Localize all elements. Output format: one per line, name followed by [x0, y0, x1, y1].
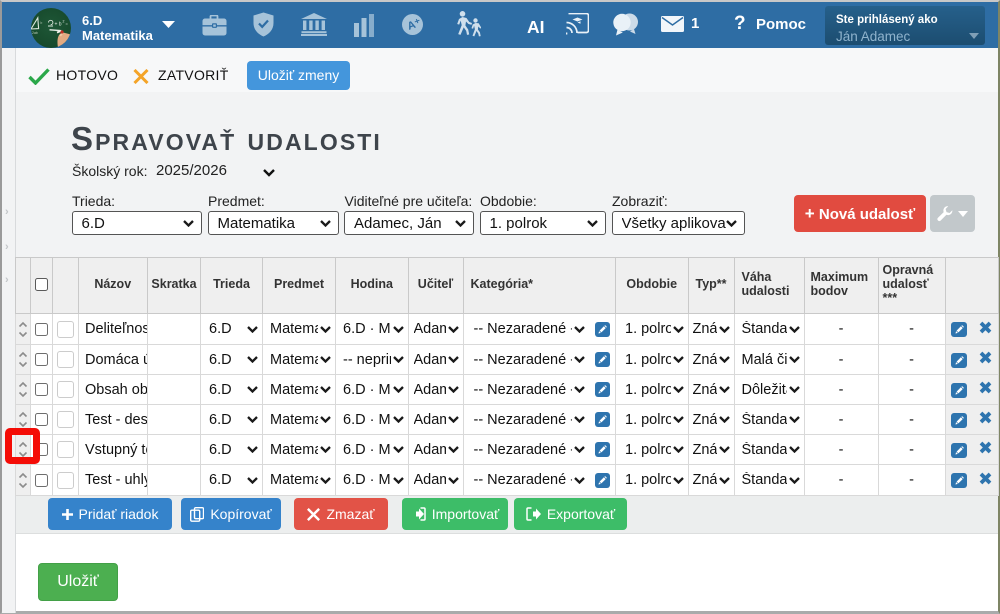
svg-text:2ab: 2ab [32, 31, 38, 35]
svg-text:+ b: + b [55, 22, 62, 28]
svg-text:2: 2 [63, 20, 65, 24]
svg-text:b: b [41, 21, 43, 25]
